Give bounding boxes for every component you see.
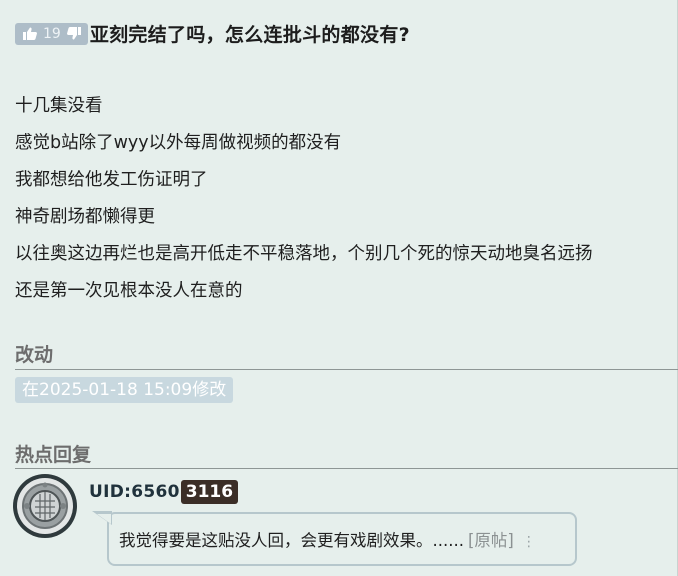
reply-bubble-tail-fill [97, 514, 111, 524]
post-title: 亚刻完结了吗，怎么连批斗的都没有? [89, 24, 410, 46]
hot-reply-section-title: 热点回复 [15, 444, 92, 466]
thumbs-up-icon[interactable] [23, 27, 37, 40]
uid-prefix: UID:6560 [89, 482, 180, 502]
edit-section-title: 改动 [15, 344, 54, 366]
post-body-line: 以往奥这边再烂也是高开低走不平稳落地，个别几个死的惊天动地臭名远扬 [15, 244, 593, 264]
original-post-link[interactable]: [原帖] [468, 531, 514, 550]
post-body-line: 感觉b站除了wyy以外每周做视频的都没有 [15, 133, 342, 153]
edit-section-divider [15, 369, 678, 370]
post-body-line: 神奇剧场都懒得更 [15, 207, 155, 227]
vertical-ellipsis-icon[interactable]: ⋮ [522, 534, 536, 550]
vote-box: 19 [15, 22, 88, 45]
thumbs-down-icon[interactable] [66, 27, 81, 40]
post-body-line: 还是第一次见根本没人在意的 [15, 281, 243, 301]
reply-user-uid[interactable]: UID:6560 3116 [89, 480, 239, 504]
vote-count: 19 [43, 25, 61, 42]
post-body: 十几集没看 感觉b站除了wyy以外每周做视频的都没有 我都想给他发工伤证明了 神… [15, 88, 675, 310]
uid-suffix-badge: 3116 [180, 480, 239, 504]
reply-text: 我觉得要是这贴没人回，会更有戏剧效果。...... [119, 531, 464, 550]
helmet-avatar-icon[interactable] [13, 474, 77, 538]
edit-timestamp-badge: 在2025-01-18 15:09修改 [15, 377, 234, 403]
reply-content: 我觉得要是这贴没人回，会更有戏剧效果。...... [原帖] ⋮ [119, 527, 536, 551]
post-body-line: 我都想给他发工伤证明了 [15, 170, 208, 190]
post-header: 19 亚刻完结了吗，怎么连批斗的都没有? [15, 20, 410, 47]
hot-reply-section-divider [15, 468, 678, 469]
post-body-line: 十几集没看 [15, 96, 103, 116]
